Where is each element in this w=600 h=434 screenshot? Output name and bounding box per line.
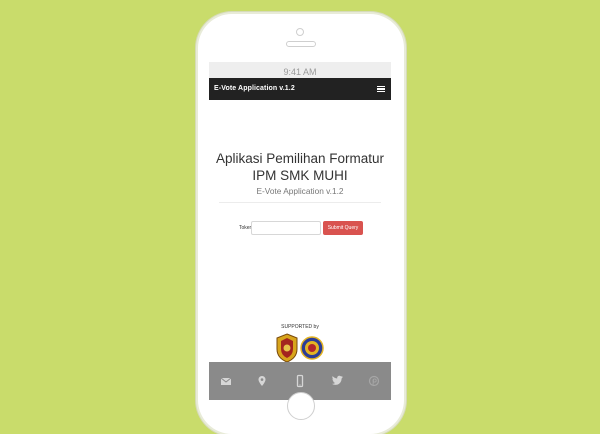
supported-by-label: SUPPORTED by — [281, 324, 319, 330]
location-pin-icon[interactable] — [255, 374, 269, 388]
navbar-brand[interactable]: E-Vote Application v.1.2 — [214, 78, 295, 100]
school-emblem-logo — [276, 333, 298, 363]
submit-query-button[interactable]: Submit Query — [323, 221, 363, 235]
mail-icon[interactable] — [219, 374, 233, 388]
front-camera — [296, 28, 304, 36]
page-subtitle: E-Vote Application v.1.2 — [256, 186, 344, 196]
home-button — [287, 392, 315, 420]
status-bar: 9:41 AM — [209, 62, 391, 78]
hamburger-menu-icon[interactable] — [377, 86, 385, 93]
page-title: Aplikasi Pemilihan Formatur IPM SMK MUHI — [215, 151, 385, 183]
status-time: 9:41 AM — [283, 67, 317, 77]
navbar: E-Vote Application v.1.2 — [209, 78, 391, 100]
mobile-phone-icon[interactable] — [293, 374, 307, 388]
divider — [219, 202, 381, 203]
pinterest-icon[interactable] — [367, 374, 381, 388]
phone-screen: 9:41 AM E-Vote Application v.1.2 Aplikas… — [209, 62, 391, 400]
earpiece-speaker — [286, 41, 316, 47]
phone-mockup: 9:41 AM E-Vote Application v.1.2 Aplikas… — [198, 14, 404, 434]
token-input[interactable] — [251, 221, 321, 235]
organization-emblem-logo — [300, 336, 324, 360]
twitter-icon[interactable] — [331, 374, 345, 388]
